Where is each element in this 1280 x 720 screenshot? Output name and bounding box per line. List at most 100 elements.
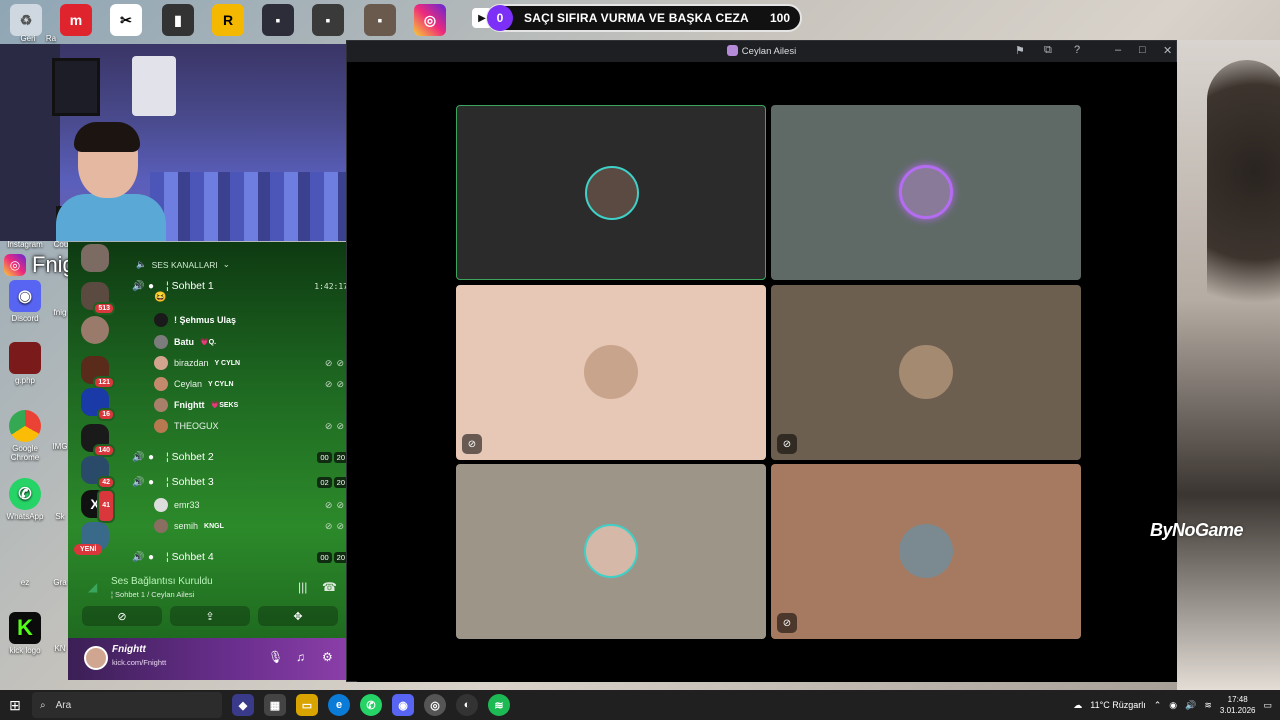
whatsapp-icon[interactable]: ✆ [360,694,382,716]
server-icon[interactable]: 42 [81,456,115,489]
edge-icon[interactable]: e [328,694,350,716]
recycle-bin-icon[interactable]: ♻ [10,4,42,36]
voice-user[interactable]: emr33 ⊘⊘ [154,495,348,515]
top-icon-row: ♻ m ✂ ▮ R ▪ ▪ ▪ ◎ [0,0,480,42]
video-shortcut-icon[interactable]: ▪ [312,4,344,36]
voice-user[interactable]: birazdan Y CYLN ⊘⊘ [154,353,348,373]
game-shortcut-icon[interactable]: ▪ [262,4,294,36]
whatsapp-icon: ✆ [9,478,41,510]
desktop-icon-ez[interactable]: ez [0,578,50,587]
server-icon[interactable]: 121 [81,356,115,389]
volume-icon[interactable]: 🔊 [1185,700,1196,711]
avatar [899,524,953,578]
bynogame-watermark: ByNoGame [1150,520,1244,540]
chrome-icon[interactable]: ◎ [424,694,446,716]
stream-goal-bar: 0 SAÇI SIFIRA VURMA VE BAŞKA CEZA 100 [486,4,802,32]
disconnect-icon[interactable]: ☎ [322,580,337,594]
desktop-icon-kick[interactable]: K kick logo [0,612,50,655]
microphone-icon[interactable]: 🎙 [268,650,283,664]
capcut-icon[interactable]: ✂ [110,4,142,36]
weather-text[interactable]: 11°C Rüzgarlı [1090,700,1145,710]
wifi-icon[interactable]: ≋ [1204,700,1212,711]
server-icon[interactable]: 513 [81,282,115,315]
x-server-icon[interactable]: X 41 [81,489,115,523]
desktop-icon-ra[interactable]: Ra [36,34,66,43]
user-count: 00 20 [317,551,348,563]
avatar[interactable] [84,646,108,670]
photo-shortcut-icon[interactable]: ▪ [364,4,396,36]
headphones-icon[interactable]: ♫ [296,650,305,664]
app-icon-red[interactable]: m [60,4,92,36]
participant-tile[interactable] [456,464,766,639]
popout-icon[interactable]: ⧉ [1044,44,1052,57]
rockstar-icon[interactable]: R [212,4,244,36]
server-icon[interactable] [81,316,109,344]
desktop-icon-instagram[interactable]: Instagram [0,240,50,249]
desktop-icon-discord[interactable]: ◉ Discord [0,280,50,323]
voice-user[interactable]: ! Şehmus Ulaş [154,310,348,330]
file-explorer-icon[interactable]: ▭ [296,694,318,716]
minimize-icon[interactable]: – [1115,44,1121,56]
desktop-icon-gphp[interactable]: g.php [0,342,50,385]
muted-icons: ⊘⊘ [324,378,348,389]
desktop-icon-whatsapp[interactable]: ✆ WhatsApp [0,478,50,521]
participant-tile[interactable]: ⊘ [771,285,1081,460]
screen-share-button[interactable]: ⇪ [170,606,250,626]
channel-emoji: 😆 [154,292,167,303]
kick-logo-icon: K [9,612,41,644]
camera-off-button[interactable]: ⊘ [82,606,162,626]
server-icon[interactable]: 140 [81,424,115,457]
user-panel: Fnightt kick.com/Fnightt 🎙 ♫ ⚙ [68,638,350,680]
copilot-icon[interactable]: ◆ [232,694,254,716]
obs-icon[interactable]: ◐ [456,694,478,716]
voice-location: ¦ Sohbet 1 / Ceylan Ailesi [111,590,195,599]
participant-tile[interactable]: ⊘ [771,464,1081,639]
noise-suppression-icon[interactable]: ||| [298,580,307,594]
spotify-icon[interactable]: ≋ [488,694,510,716]
voice-user[interactable]: THEOGUX ⊘⊘ [154,416,348,436]
voice-user[interactable]: Batu 💗Q. [154,332,348,352]
avatar [154,313,168,327]
chevron-up-icon[interactable]: ⌃ [1154,700,1162,711]
help-icon[interactable]: ? [1074,44,1080,56]
muted-icons: ⊘⊘ [324,520,348,531]
voice-user[interactable]: Ceylan Y CYLN ⊘⊘ [154,374,348,394]
voice-channels-header[interactable]: 🔈 SES KANALLARI ⌄ [136,259,230,270]
voice-icon: 🔊 [132,476,145,488]
voice-channel-sohbet-3[interactable]: 🔊 ● ¦ Sohbet 3 02 20 [132,472,348,492]
desktop-icon-chrome[interactable]: Google Chrome [0,410,50,462]
participant-tile[interactable] [456,105,766,280]
muted-icons: ⊘⊘ [324,499,348,510]
voice-user[interactable]: Fnightt 💗SEKS [154,395,348,415]
bed [150,172,346,241]
flag-icon[interactable]: ⚑ [1015,44,1025,57]
windows-start-icon[interactable]: ⊞ [0,697,30,714]
folder-shortcut-icon[interactable]: ▮ [162,4,194,36]
user-status: kick.com/Fnightt [112,658,167,667]
voice-channel-sohbet-2[interactable]: 🔊 ● ¦ Sohbet 2 00 20 [132,447,348,467]
camera-off-icon: ⊘ [462,434,482,454]
network-icon[interactable]: ◉ [1169,700,1177,711]
voice-channel-sohbet-4[interactable]: 🔊 ● ¦ Sohbet 4 00 20 [132,547,348,567]
notification-icon[interactable]: ▭ [1263,700,1272,711]
discord-sidebar: 513 121 16 140 42 X 41 YENİ 🔈 SES KANALLA… [68,242,350,680]
gear-icon[interactable]: ⚙ [322,650,333,664]
server-icon[interactable] [81,244,109,272]
clock[interactable]: 17:48 3.01.2026 [1220,694,1256,716]
search-box[interactable]: ⌕ Ara [32,692,222,718]
avatar [154,356,168,370]
participant-tile[interactable] [771,105,1081,280]
voice-user[interactable]: semih KNGL ⊘⊘ [154,516,348,536]
store-icon[interactable]: ▦ [264,694,286,716]
close-icon[interactable]: ✕ [1163,44,1172,57]
discord-icon[interactable]: ◉ [392,694,414,716]
server-list: 513 121 16 140 42 X 41 YENİ [68,242,124,572]
server-icon[interactable]: 16 [81,388,115,421]
participant-tile[interactable]: ⊘ [456,285,766,460]
maximize-icon[interactable]: □ [1139,44,1146,56]
avatar [154,398,168,412]
avatar [899,165,953,219]
instagram-icon[interactable]: ◎ [414,4,446,36]
server-icon [726,45,738,56]
activities-button[interactable]: ✥ [258,606,338,626]
